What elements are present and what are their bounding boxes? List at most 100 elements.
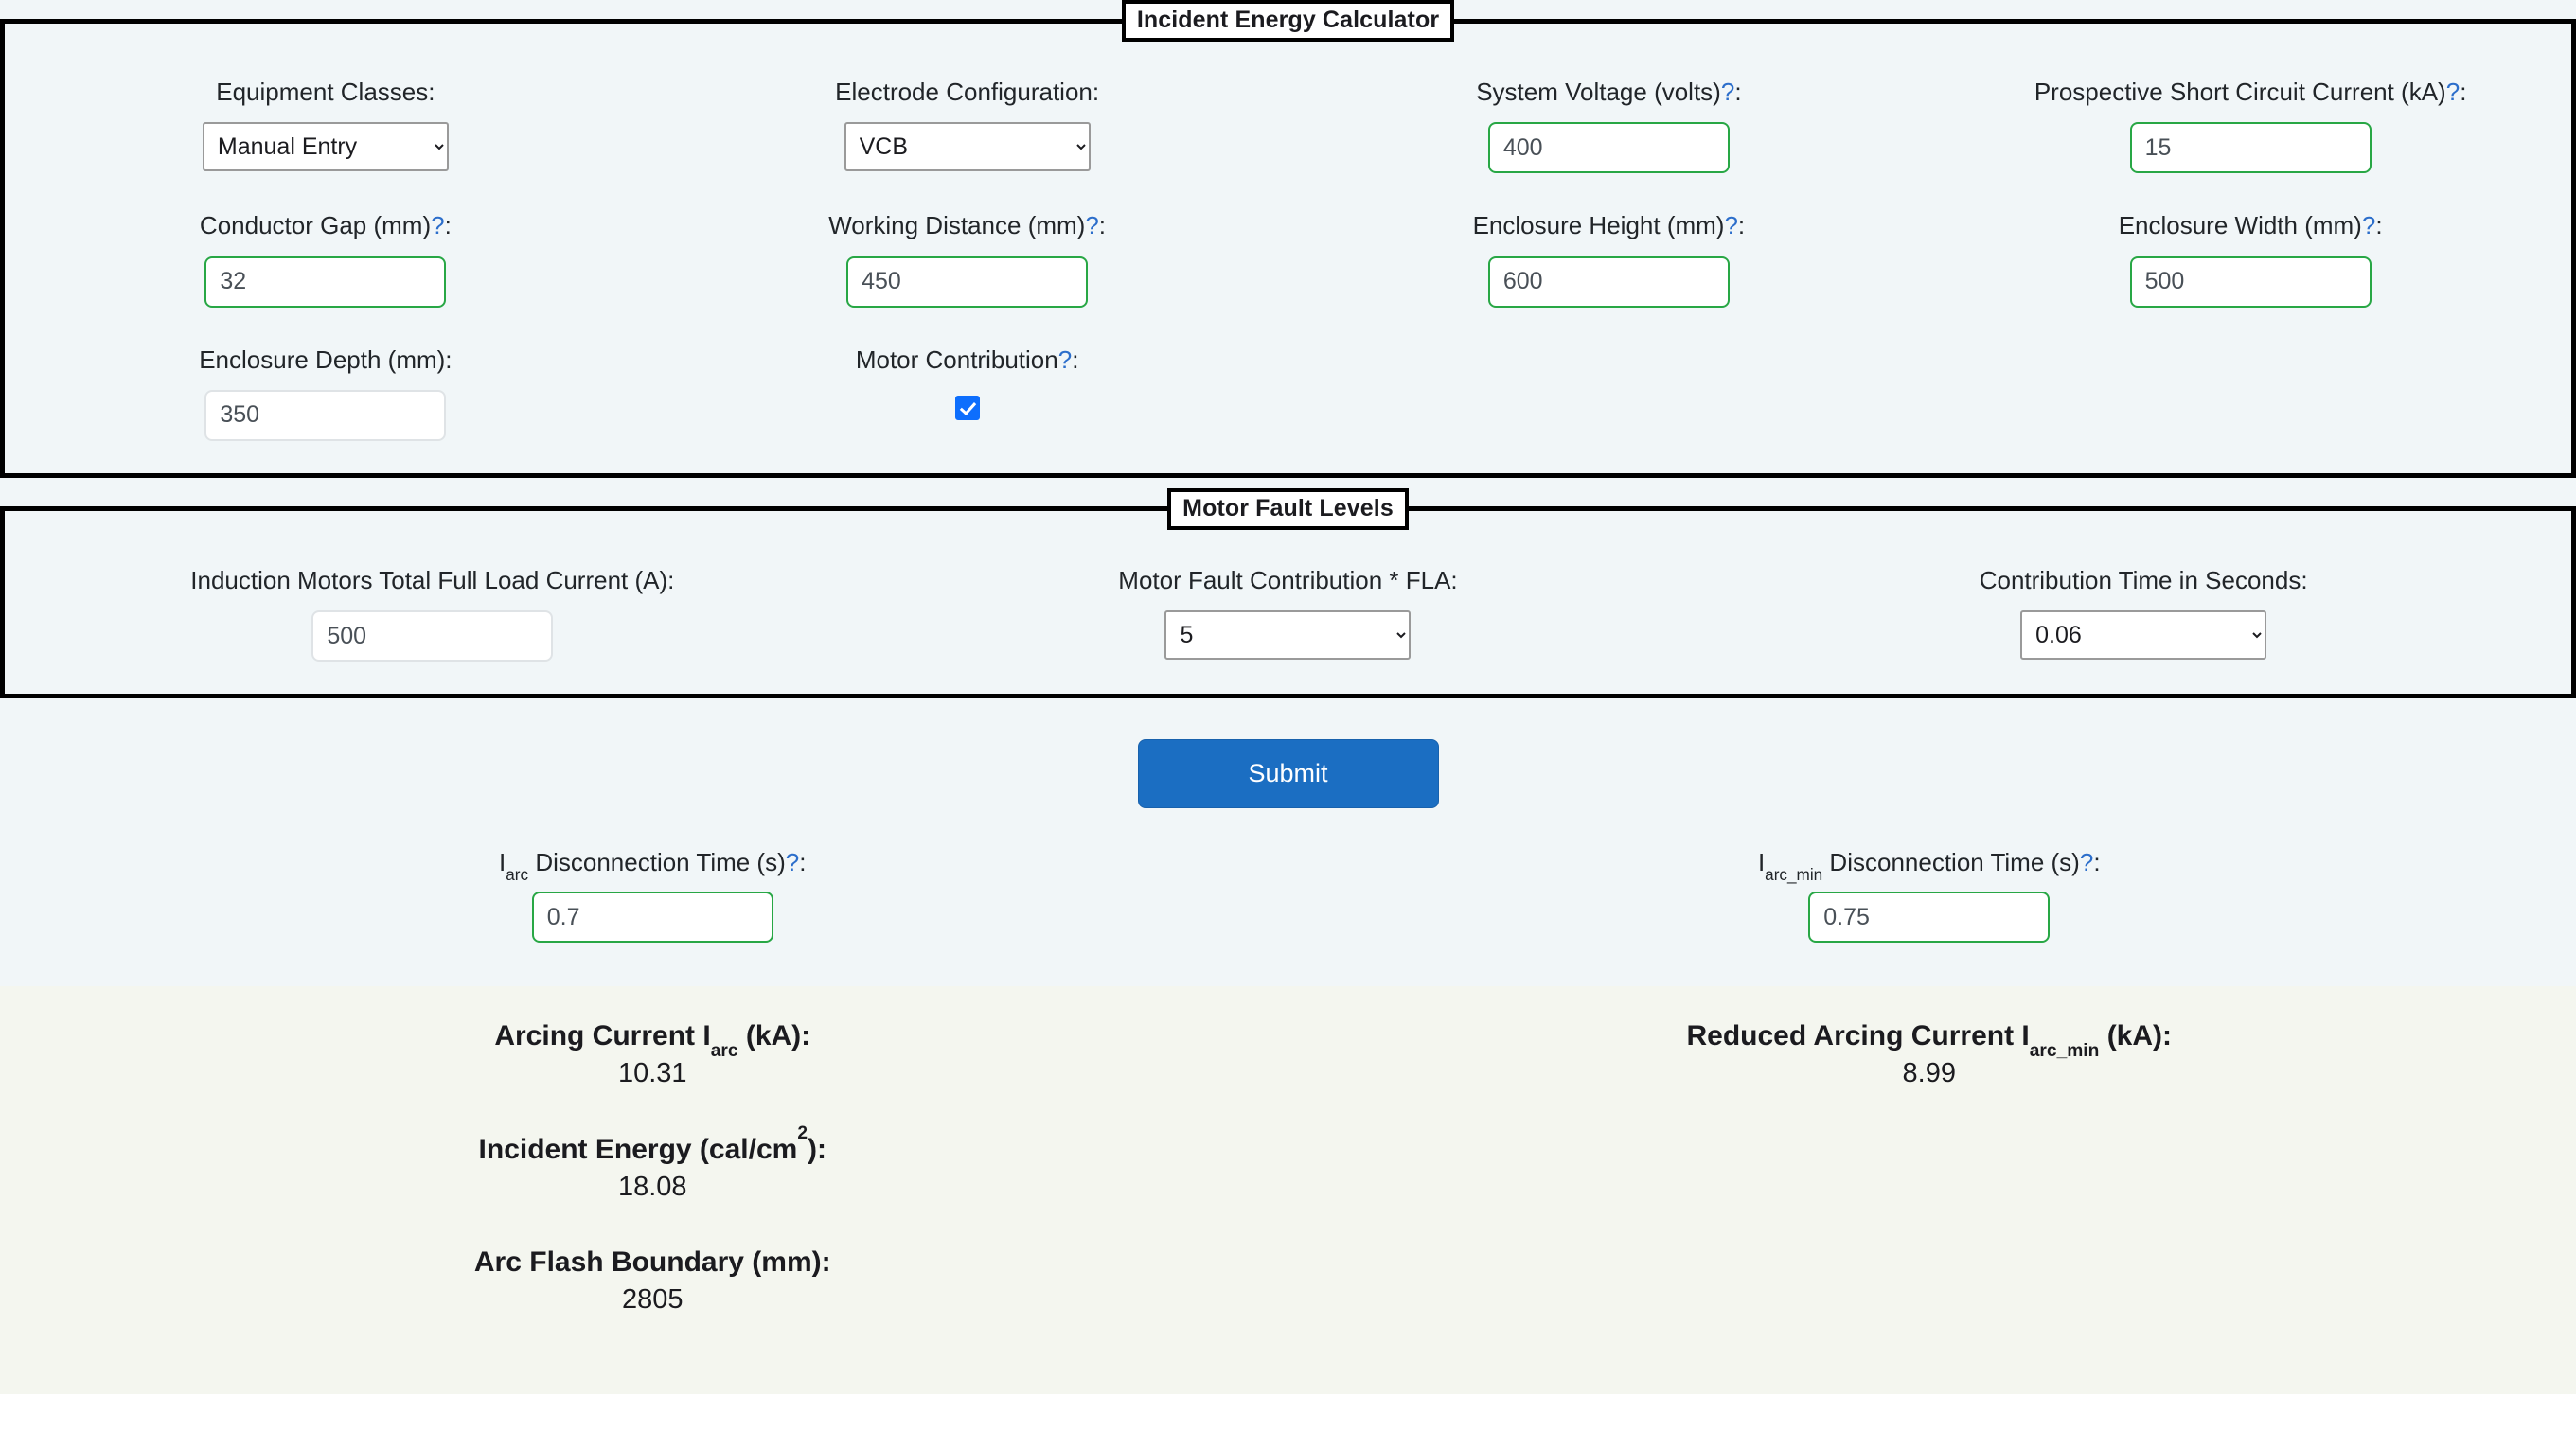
arcing-current-title: Arcing Current Iarc (kA): [17, 1018, 1288, 1060]
working-distance-control [647, 256, 1288, 308]
enclosure-width-control [1929, 256, 2571, 308]
enclosure-height-help-icon[interactable]: ? [1724, 211, 1737, 239]
iarc-label-suffix: : [799, 848, 807, 877]
field-motor-contribution: Motor Contribution?: [647, 345, 1288, 441]
reduced-arcing-current-title-subscript: arc_min [2029, 1041, 2100, 1062]
iarcmin-label-subscript: arc_min [1765, 865, 1823, 885]
field-enclosure-width: Enclosure Width (mm)?: [1929, 211, 2571, 308]
motor-fault-levels-panel: Motor Fault Levels Induction Motors Tota… [0, 487, 2576, 699]
field-system-voltage: System Voltage (volts)?: [1288, 78, 1930, 174]
arcing-current-title-pre: Arcing Current I [494, 1020, 711, 1052]
iarc-disconnection-time-control [17, 892, 1288, 944]
result-incident-energy: Incident Energy (cal/cm2): 18.08 [17, 1124, 1288, 1205]
system-voltage-label-text: System Voltage (volts) [1476, 78, 1721, 107]
working-distance-input[interactable] [846, 256, 1089, 308]
electrode-configuration-label: Electrode Configuration: [835, 78, 1100, 107]
field-conductor-gap: Conductor Gap (mm)?: [5, 211, 647, 308]
iarcmin-disconnection-help-icon[interactable]: ? [2080, 848, 2093, 876]
incident-energy-title-pre: Incident Energy (cal/cm [478, 1133, 798, 1165]
motor-contribution-help-icon[interactable]: ? [1058, 345, 1072, 374]
enclosure-height-input[interactable] [1487, 256, 1730, 308]
conductor-gap-label: Conductor Gap (mm)?: [5, 211, 647, 240]
motor-fault-levels-legend: Motor Fault Levels [1167, 487, 1409, 531]
reduced-arcing-current-value: 8.99 [1902, 1058, 1956, 1089]
contribution-time-select[interactable]: 0.06 [2020, 610, 2267, 661]
conductor-gap-label-text: Conductor Gap (mm) [199, 211, 432, 240]
working-distance-label: Working Distance (mm)?: [647, 211, 1288, 240]
enclosure-height-control [1288, 256, 1930, 308]
induction-motors-fla-control [5, 610, 861, 662]
submit-row: Submit [0, 698, 2576, 809]
results-spacer-2 [17, 1224, 1288, 1245]
enclosure-width-label-text: Enclosure Width (mm) [2118, 211, 2362, 240]
motor-row-1: Induction Motors Total Full Load Current… [5, 530, 2571, 662]
electrode-configuration-control: VCB [647, 122, 1288, 172]
working-distance-label-suffix: : [1098, 211, 1107, 240]
enclosure-depth-label: Enclosure Depth (mm): [199, 344, 453, 374]
contribution-time-control: 0.06 [1715, 610, 2571, 661]
result-arcing-current: Arcing Current Iarc (kA): 10.31 [17, 1018, 1288, 1091]
equipment-classes-label: Equipment Classes: [216, 78, 435, 107]
field-equipment-classes: Equipment Classes: Manual Entry [5, 78, 647, 173]
conductor-gap-help-icon[interactable]: ? [431, 211, 444, 239]
iarcmin-disconnection-time-label: Iarc_min Disconnection Time (s)?: [1288, 848, 2571, 883]
motor-fault-multiplier-select[interactable]: 5 [1164, 610, 1412, 661]
enclosure-depth-input[interactable] [204, 389, 447, 441]
form-zone: Incident Energy Calculator Equipment Cla… [0, 0, 2576, 987]
motor-contribution-checkbox[interactable] [954, 395, 980, 420]
short-circuit-current-label: Prospective Short Circuit Current (kA)?: [1929, 78, 2571, 107]
motor-contribution-control [647, 390, 1288, 420]
reduced-arcing-current-title: Reduced Arcing Current Iarc_min (kA): [1288, 1018, 2571, 1060]
enclosure-depth-control [5, 389, 647, 441]
field-spacer-a [1288, 345, 1930, 441]
equipment-classes-select[interactable]: Manual Entry [202, 122, 449, 172]
iarc-disconnection-time-label: Iarc Disconnection Time (s)?: [17, 848, 1288, 883]
form-row-2: Conductor Gap (mm)?: Working Distance (m… [5, 173, 2571, 308]
iarcmin-label-suffix: : [2093, 848, 2101, 877]
induction-motors-fla-label: Induction Motors Total Full Load Current… [190, 566, 675, 595]
incident-energy-value: 18.08 [617, 1171, 687, 1202]
submit-button[interactable]: Submit [1137, 739, 1439, 809]
field-spacer-b [1929, 345, 2571, 441]
field-motor-fault-multiplier: Motor Fault Contribution * FLA: 5 [861, 566, 1716, 662]
form-row-1: Equipment Classes: Manual Entry Electrod… [5, 42, 2571, 174]
arcing-current-title-subscript: arc [710, 1041, 738, 1062]
conductor-gap-input[interactable] [204, 256, 447, 308]
results-column-right: Reduced Arcing Current Iarc_min (kA): 8.… [1288, 1018, 2576, 1336]
equipment-classes-control: Manual Entry [5, 122, 647, 172]
electrode-configuration-select[interactable]: VCB [844, 122, 1091, 172]
enclosure-width-input[interactable] [2129, 256, 2372, 308]
iarc-label-text: Disconnection Time (s) [528, 848, 786, 877]
motor-contribution-label: Motor Contribution?: [647, 345, 1288, 375]
system-voltage-input[interactable] [1487, 122, 1730, 174]
enclosure-width-label-suffix: : [2375, 211, 2383, 240]
reduced-arcing-current-title-post: (kA): [2099, 1020, 2173, 1052]
result-reduced-arcing-current: Reduced Arcing Current Iarc_min (kA): 8.… [1288, 1018, 2571, 1091]
motor-fault-multiplier-control: 5 [861, 610, 1716, 661]
short-circuit-current-help-icon[interactable]: ? [2446, 78, 2460, 106]
field-enclosure-height: Enclosure Height (mm)?: [1288, 211, 1930, 308]
iarcmin-disconnection-time-control [1288, 892, 2571, 944]
conductor-gap-control [5, 256, 647, 308]
enclosure-height-label: Enclosure Height (mm)?: [1288, 211, 1930, 240]
iarcmin-label-text: Disconnection Time (s) [1822, 848, 2080, 877]
working-distance-label-text: Working Distance (mm) [828, 211, 1086, 240]
enclosure-width-label: Enclosure Width (mm)?: [1929, 211, 2571, 240]
working-distance-help-icon[interactable]: ? [1085, 211, 1098, 239]
arcing-current-value: 10.31 [617, 1058, 687, 1089]
incident-energy-title-post: ): [807, 1133, 826, 1165]
short-circuit-current-input[interactable] [2129, 122, 2372, 174]
motor-fault-multiplier-label: Motor Fault Contribution * FLA: [1118, 566, 1458, 595]
enclosure-width-help-icon[interactable]: ? [2362, 211, 2375, 239]
field-electrode-configuration: Electrode Configuration: VCB [647, 78, 1288, 173]
incident-energy-title: Incident Energy (cal/cm2): [17, 1124, 1288, 1168]
iarc-disconnection-time-input[interactable] [531, 892, 773, 944]
enclosure-height-label-suffix: : [1737, 211, 1746, 240]
field-induction-motors-fla: Induction Motors Total Full Load Current… [5, 566, 861, 662]
iarcmin-disconnection-time-input[interactable] [1808, 892, 2051, 944]
induction-motors-fla-input[interactable] [311, 610, 554, 662]
incident-energy-panel: Incident Energy Calculator Equipment Cla… [0, 0, 2576, 478]
system-voltage-help-icon[interactable]: ? [1721, 78, 1734, 106]
field-iarc-disconnection-time: Iarc Disconnection Time (s)?: [0, 848, 1288, 944]
iarc-disconnection-help-icon[interactable]: ? [786, 848, 799, 876]
